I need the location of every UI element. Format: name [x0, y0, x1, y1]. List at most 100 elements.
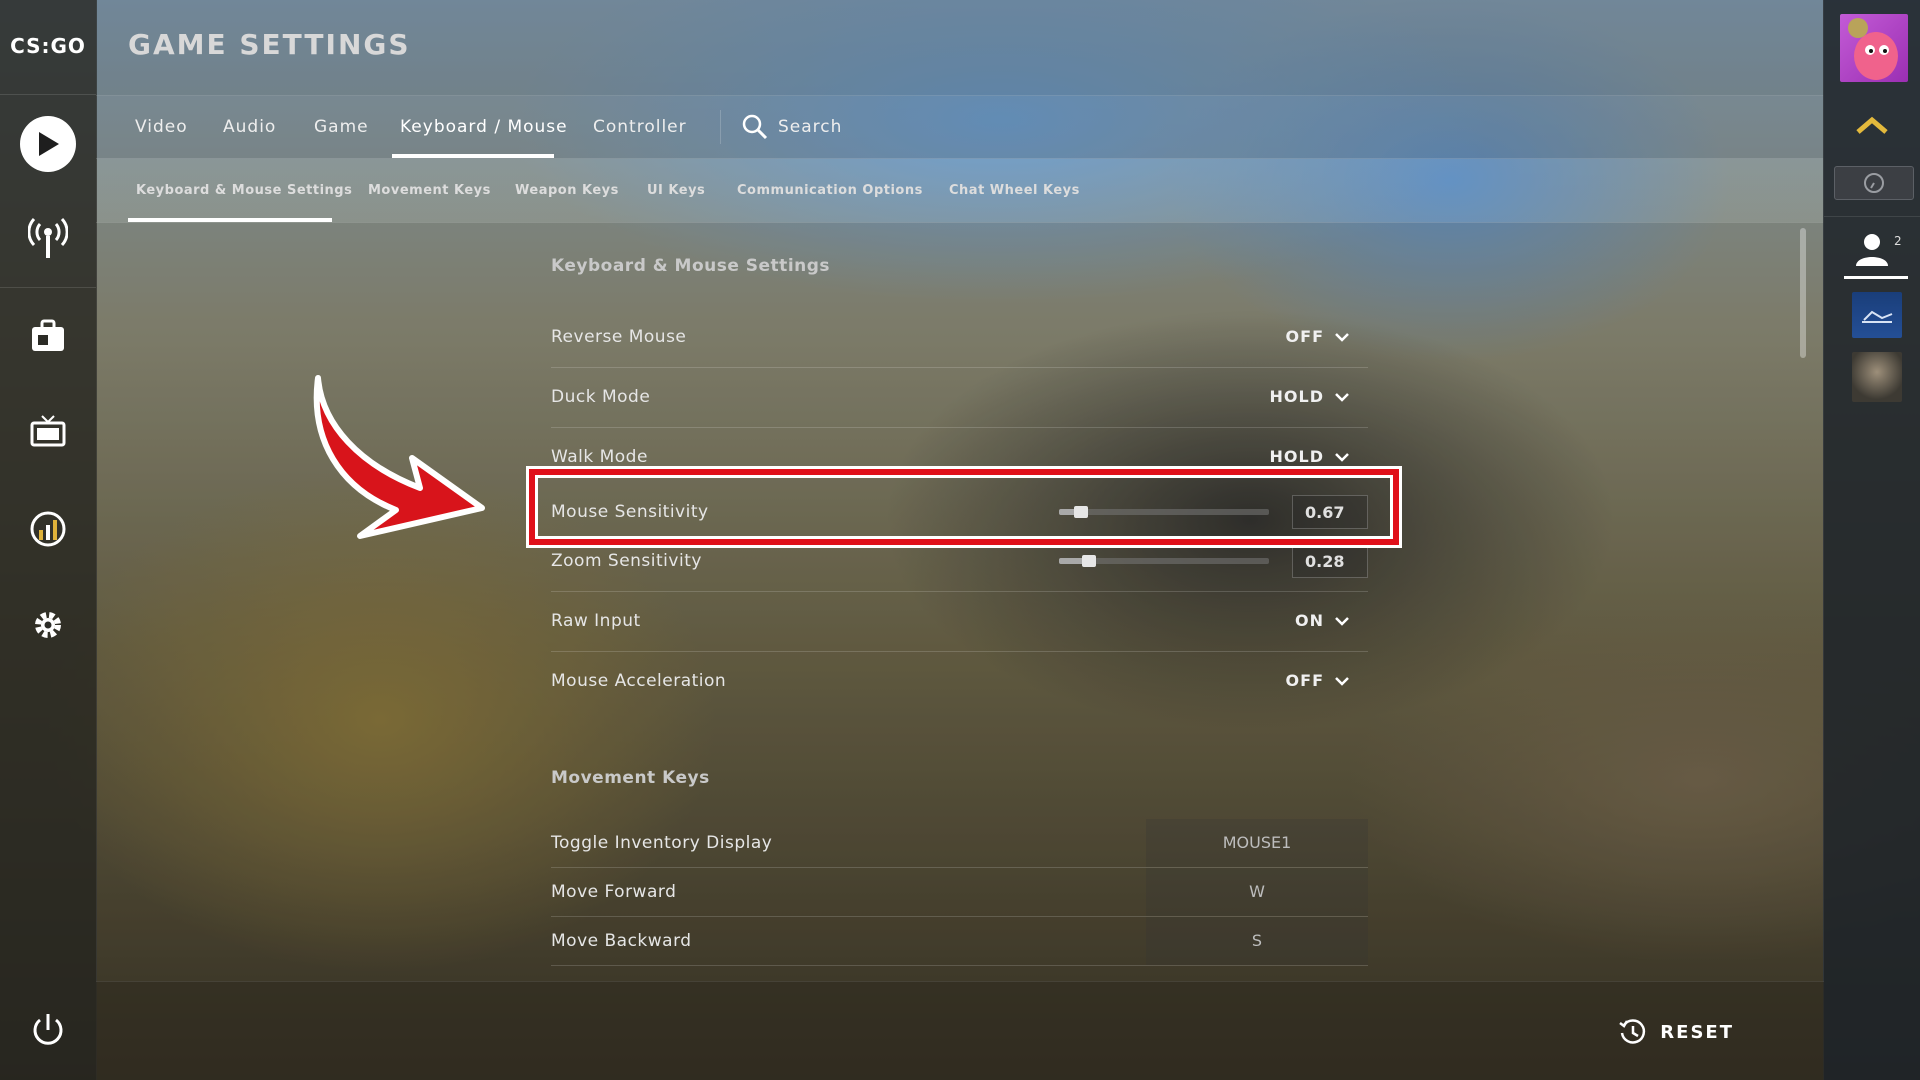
keybind-label: Toggle Inventory Display — [551, 833, 773, 853]
power-button[interactable] — [28, 1010, 68, 1050]
dropdown-value: ON — [1295, 611, 1324, 630]
divider — [1824, 216, 1920, 217]
watch-broadcast-button[interactable] — [24, 214, 72, 262]
friends-icon[interactable] — [1852, 232, 1892, 268]
chevron-down-icon — [1335, 617, 1349, 626]
footer-bar: RESET — [96, 981, 1824, 1080]
keybind-label: Move Backward — [551, 931, 692, 951]
search-icon — [742, 114, 768, 140]
zoom-sensitivity-input[interactable]: 0.28 — [1292, 544, 1368, 578]
duck-mode-row: Duck Mode HOLD — [551, 367, 1368, 428]
reset-button[interactable]: RESET — [1618, 1012, 1734, 1052]
clock-icon — [1864, 173, 1884, 193]
tv-icon — [30, 415, 66, 447]
avatar-image-icon — [1848, 18, 1898, 80]
keybind-button[interactable]: W — [1146, 868, 1368, 916]
tab-controller[interactable]: Controller — [593, 96, 687, 158]
setting-label: Duck Mode — [551, 387, 651, 407]
divider — [0, 94, 96, 95]
right-panel: 2 — [1823, 0, 1920, 1080]
setting-label: Walk Mode — [551, 447, 648, 467]
stats-icon — [30, 511, 66, 547]
active-subtab-underline — [128, 218, 332, 222]
setting-label: Raw Input — [551, 611, 641, 631]
watch-button[interactable] — [24, 408, 72, 456]
left-nav: CS:GO — [0, 0, 97, 1080]
chevron-down-icon — [1335, 453, 1349, 462]
divider — [720, 110, 721, 144]
mouse-sensitivity-slider[interactable] — [1059, 506, 1269, 518]
friend-avatar[interactable] — [1852, 292, 1902, 338]
tab-video[interactable]: Video — [135, 96, 188, 158]
subtab-weapon-keys[interactable]: Weapon Keys — [515, 159, 619, 222]
gear-icon — [35, 612, 61, 638]
power-icon — [33, 1014, 63, 1045]
mouse-sensitivity-input[interactable]: 0.67 — [1292, 495, 1368, 529]
keybind-row: Move Backward S — [551, 917, 1368, 966]
walk-mode-dropdown[interactable]: HOLD — [1270, 427, 1368, 487]
keybind-label: Move Forward — [551, 882, 677, 902]
chevron-up-icon[interactable] — [1854, 112, 1890, 138]
keybind-button[interactable]: S — [1146, 917, 1368, 965]
reverse-mouse-row: Reverse Mouse OFF — [551, 307, 1368, 368]
section-title-keyboard-mouse: Keyboard & Mouse Settings — [551, 256, 831, 276]
timer-button[interactable] — [1834, 166, 1914, 200]
subtab-communication-options[interactable]: Communication Options — [737, 159, 923, 222]
settings-button[interactable] — [24, 601, 72, 649]
tab-audio[interactable]: Audio — [223, 96, 276, 158]
reverse-mouse-dropdown[interactable]: OFF — [1286, 307, 1368, 367]
dropdown-value: OFF — [1285, 327, 1324, 346]
chevron-down-icon — [1335, 393, 1349, 402]
walk-mode-row: Walk Mode HOLD — [551, 427, 1368, 475]
search-label: Search — [778, 117, 843, 137]
briefcase-icon — [32, 319, 64, 351]
friend-avatar[interactable] — [1852, 352, 1902, 402]
active-underline — [1844, 276, 1908, 279]
setting-label: Mouse Acceleration — [551, 671, 727, 691]
header: GAME SETTINGS — [96, 0, 1824, 96]
active-tab-underline — [392, 154, 554, 158]
divider — [0, 287, 96, 288]
broadcast-icon — [28, 217, 68, 258]
slider-fill — [1059, 558, 1084, 564]
subtab-chat-wheel-keys[interactable]: Chat Wheel Keys — [949, 159, 1080, 222]
raw-input-dropdown[interactable]: ON — [1295, 591, 1368, 651]
subtab-keyboard-mouse-settings[interactable]: Keyboard & Mouse Settings — [136, 159, 352, 222]
mouse-acceleration-row: Mouse Acceleration OFF — [551, 651, 1368, 711]
setting-label: Reverse Mouse — [551, 327, 687, 347]
raw-input-row: Raw Input ON — [551, 591, 1368, 652]
csgo-logo: CS:GO — [10, 34, 86, 58]
play-icon — [39, 132, 59, 156]
player-avatar[interactable] — [1840, 14, 1908, 82]
settings-subtabs: Keyboard & Mouse Settings Movement Keys … — [96, 159, 1824, 223]
chevron-down-icon — [1335, 677, 1349, 686]
settings-tabs: Video Audio Game Keyboard / Mouse Contro… — [96, 96, 1824, 159]
mouse-acceleration-dropdown[interactable]: OFF — [1286, 651, 1368, 711]
inventory-button[interactable] — [24, 312, 72, 360]
subtab-movement-keys[interactable]: Movement Keys — [368, 159, 491, 222]
play-button[interactable] — [20, 116, 76, 172]
tab-game[interactable]: Game — [314, 96, 369, 158]
zoom-sensitivity-row: Zoom Sensitivity 0.28 — [551, 531, 1368, 592]
setting-label: Zoom Sensitivity — [551, 551, 702, 571]
tab-keyboard-mouse[interactable]: Keyboard / Mouse — [400, 96, 568, 158]
keybind-row: Move Forward W — [551, 868, 1368, 917]
dropdown-value: HOLD — [1269, 387, 1324, 406]
dropdown-value: HOLD — [1269, 447, 1324, 466]
scrollbar[interactable] — [1800, 228, 1806, 358]
reset-label: RESET — [1660, 1021, 1734, 1043]
keybind-row: Toggle Inventory Display MOUSE1 — [551, 819, 1368, 868]
search-button[interactable]: Search — [742, 96, 842, 158]
dropdown-value: OFF — [1285, 671, 1324, 690]
page-title: GAME SETTINGS — [128, 28, 411, 61]
zoom-sensitivity-slider[interactable] — [1059, 555, 1269, 567]
friend-avatar-image-icon — [1862, 310, 1893, 323]
slider-handle[interactable] — [1082, 555, 1096, 567]
duck-mode-dropdown[interactable]: HOLD — [1270, 367, 1368, 427]
section-title-movement-keys: Movement Keys — [551, 768, 710, 788]
stats-button[interactable] — [24, 505, 72, 553]
reset-icon — [1619, 1019, 1646, 1044]
keybind-button[interactable]: MOUSE1 — [1146, 819, 1368, 867]
subtab-ui-keys[interactable]: UI Keys — [647, 159, 705, 222]
slider-handle[interactable] — [1074, 506, 1088, 518]
